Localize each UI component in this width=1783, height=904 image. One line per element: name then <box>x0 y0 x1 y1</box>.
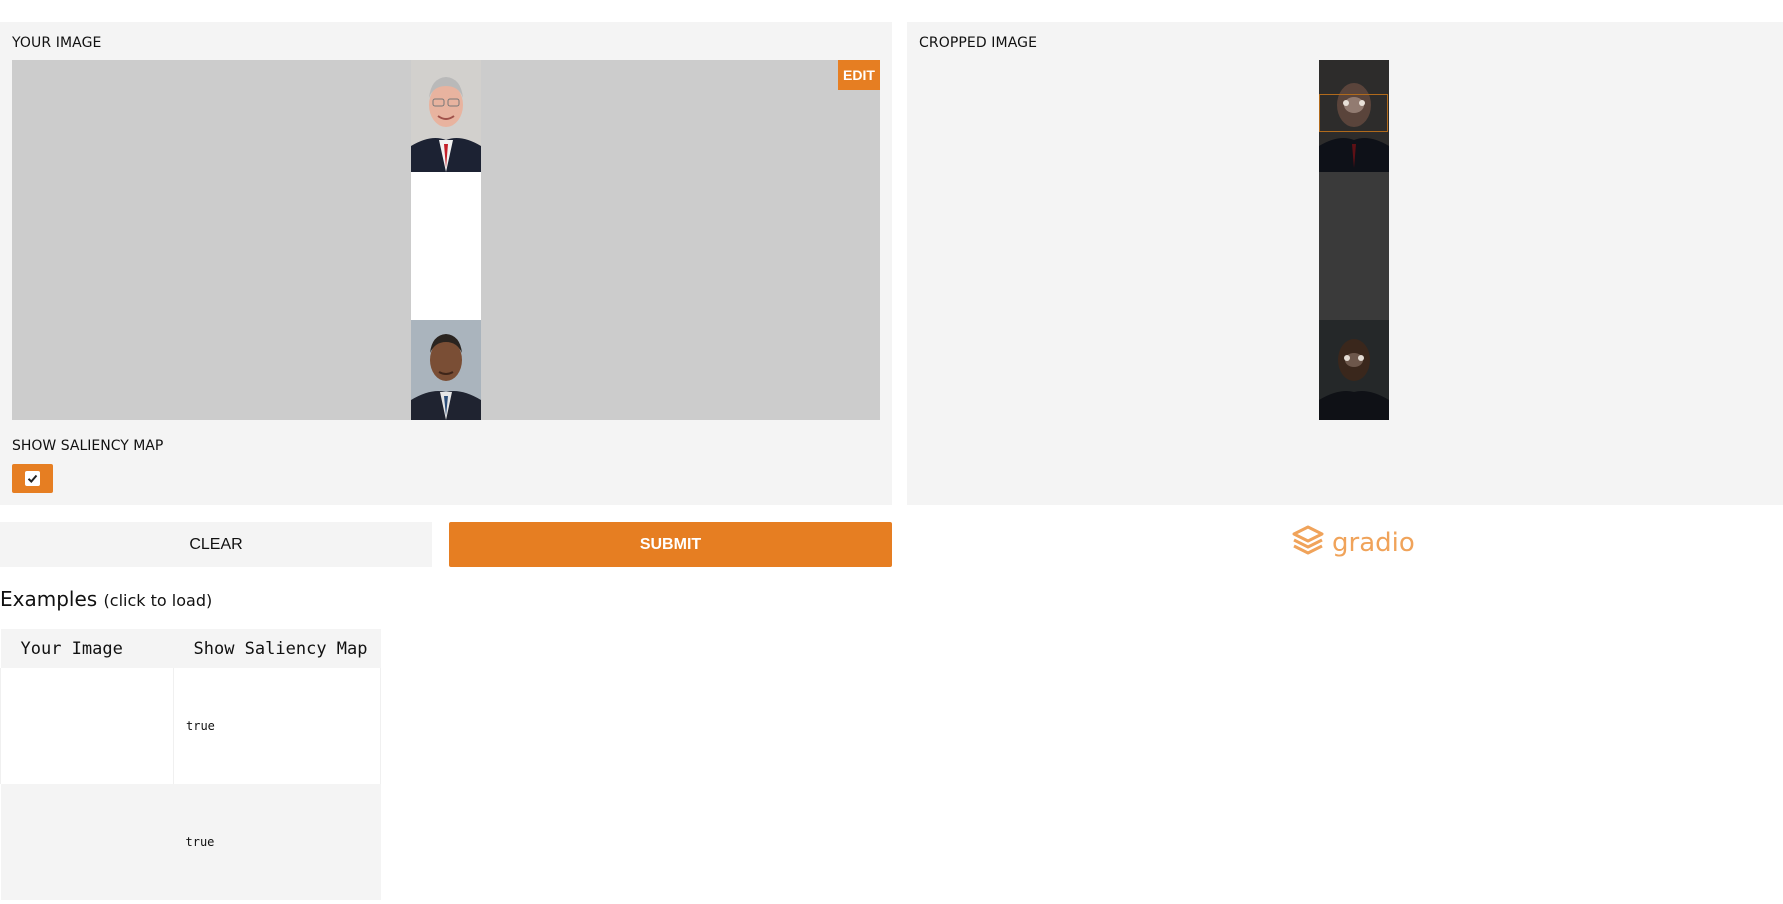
input-panel: YOUR IMAGE EDIT SHOW SALIENCY MAP <box>0 22 892 505</box>
column-header-show-saliency-map: Show Saliency Map <box>173 629 381 668</box>
gradio-logo[interactable]: gradio <box>1292 525 1415 562</box>
examples-header-row: Your Image Show Saliency Map <box>0 629 381 668</box>
cropped-image <box>1319 60 1389 420</box>
edit-button[interactable]: EDIT <box>838 60 880 90</box>
example-saliency-cell: true <box>173 784 381 900</box>
show-saliency-map-label: SHOW SALIENCY MAP <box>12 438 164 454</box>
show-saliency-map-checkbox[interactable] <box>12 464 53 493</box>
example-image-cell <box>0 668 174 784</box>
example-saliency-cell: true <box>173 668 381 784</box>
gradio-logo-text: gradio <box>1332 528 1415 558</box>
checkmark-icon <box>25 471 40 486</box>
input-image-canvas[interactable]: EDIT <box>12 60 880 420</box>
column-header-your-image: Your Image <box>0 629 174 668</box>
gradio-logo-icon <box>1292 525 1324 562</box>
clear-button[interactable]: CLEAR <box>0 522 432 567</box>
output-panel: CROPPED IMAGE <box>907 22 1783 505</box>
input-image <box>411 60 481 420</box>
examples-title: Examples <box>0 587 98 611</box>
portrait-bottom <box>411 320 481 420</box>
examples-table: Your Image Show Saliency Map true true <box>0 629 381 900</box>
cropped-image-label: CROPPED IMAGE <box>919 35 1038 51</box>
example-row[interactable]: true <box>0 668 381 784</box>
examples-heading: Examples (click to load) <box>0 587 212 611</box>
portrait-top <box>411 60 481 172</box>
input-image-label: YOUR IMAGE <box>12 35 102 51</box>
examples-subtitle: (click to load) <box>103 591 213 610</box>
crop-region-box <box>1319 94 1388 132</box>
example-row[interactable]: true <box>0 784 381 900</box>
submit-button[interactable]: SUBMIT <box>449 522 892 567</box>
saliency-portrait-bottom <box>1319 320 1389 420</box>
example-image-cell <box>0 784 174 900</box>
